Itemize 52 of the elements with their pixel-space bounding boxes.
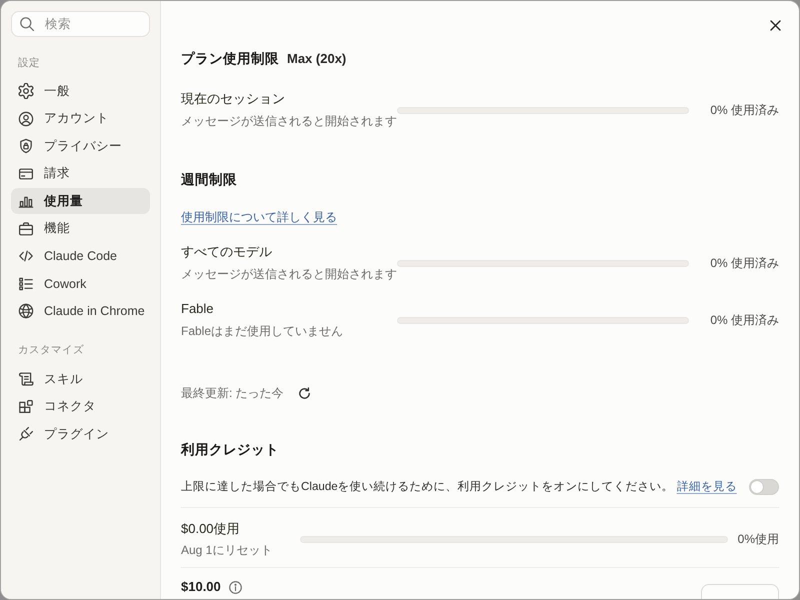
sidebar-item[interactable]: プラグイン [11,421,150,447]
sidebar-item[interactable]: スキル [11,366,150,392]
search-field[interactable]: 検索 [11,11,150,37]
sidebar-item[interactable]: Cowork [11,270,150,296]
section-title: 利用クレジット [181,441,279,459]
usage-description: Fableはまだ使用していません [181,323,344,340]
sidebar-item[interactable]: コネクタ [11,394,150,420]
sidebar-item[interactable]: Claude Code [11,243,150,269]
sidebar-item[interactable]: 一般 [11,78,150,104]
learn-more-link[interactable]: 使用制限について詳しく見る [181,208,337,226]
usage-name: Fable [181,300,215,318]
shield-lock-icon [18,138,34,154]
sidebar-item[interactable]: 請求 [11,160,150,186]
close-icon [770,20,780,30]
last-updated: 最終更新: たった今 [181,385,284,402]
usage-reading: 0% 使用済み [710,254,779,272]
plan-name: Max (20x) [287,50,346,68]
usage-reading: 0%使用 [738,531,779,548]
reset-date: Aug 1にリセット [181,542,274,559]
refresh-icon[interactable] [298,386,311,400]
checklist-icon [18,276,34,292]
usage-reading: 0% 使用済み [710,312,779,328]
usage-description: メッセージが送信されると開始されます [181,266,397,283]
card-icon [18,166,34,182]
search-icon [19,16,35,32]
toggle-switch[interactable] [749,479,779,495]
usage-reading: 0% 使用済み [710,102,779,118]
section-label: 設定 [18,56,41,70]
sidebar-item[interactable]: プライバシー [11,133,150,159]
details-link[interactable]: 詳細を見る [676,480,737,493]
credit-amount: $0.00使用 [181,520,241,538]
sidebar-item[interactable]: 機能 [11,216,150,242]
sidebar-item[interactable]: アカウント [11,106,150,132]
section-label: カスタマイズ [18,343,85,357]
blocks-icon [18,398,34,414]
plug-icon [18,426,34,442]
usage-name: 現在のセッション [181,90,286,108]
briefcase-icon [18,220,34,236]
scroll-icon [18,371,34,387]
credit-limit: $10.00 [181,578,221,596]
user-circle-icon [18,110,34,126]
credits-description: 上限に達した場合でもClaudeを使い続けるために、利用クレジットをオンにしてください。 詳細を見る [181,479,737,495]
info-icon[interactable] [228,580,242,594]
sidebar-item[interactable]: Claude in Chrome [11,298,150,324]
section-title: プラン使用制限 [181,50,279,68]
section-title: 週間制限 [181,171,237,189]
code-icon [18,248,34,264]
sidebar-item[interactable]: 使用量 [11,188,150,214]
usage-description: メッセージが送信されると開始されます [181,113,397,130]
gear-icon [18,83,34,99]
usage-name: すべてのモデル [181,243,273,261]
globe-icon [18,303,34,319]
